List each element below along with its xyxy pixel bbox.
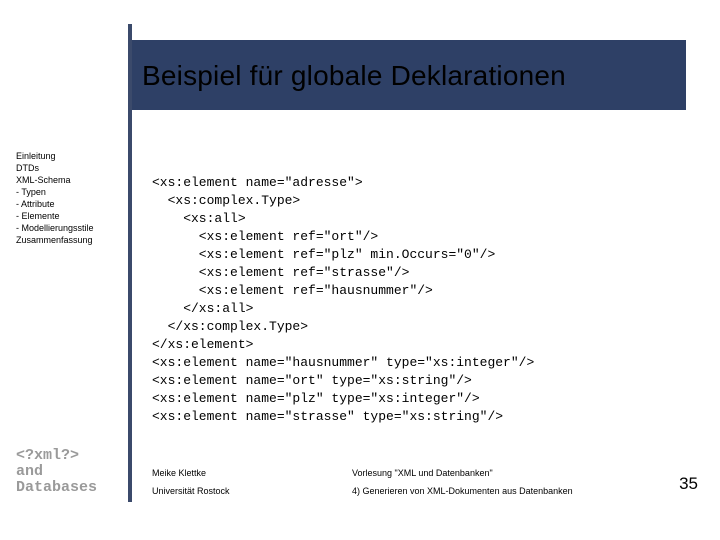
- outline-item: - Modellierungsstile: [16, 222, 126, 234]
- outline-item: XML-Schema: [16, 174, 126, 186]
- outline: Einleitung DTDs XML-Schema - Typen - Att…: [16, 150, 126, 246]
- outline-item: - Typen: [16, 186, 126, 198]
- footer: Meike Klettke Vorlesung "XML und Datenba…: [152, 468, 672, 496]
- code-block: <xs:element name="adresse"> <xs:complex.…: [152, 174, 534, 426]
- footer-lecture: Vorlesung "XML und Datenbanken": [352, 468, 672, 478]
- vertical-rule: [128, 24, 132, 502]
- outline-item: - Elemente: [16, 210, 126, 222]
- outline-item: - Attribute: [16, 198, 126, 210]
- logo-line: Databases: [16, 480, 120, 496]
- outline-item: Zusammenfassung: [16, 234, 126, 246]
- footer-chapter: 4) Generieren von XML-Dokumenten aus Dat…: [352, 486, 672, 496]
- footer-author: Meike Klettke: [152, 468, 352, 478]
- logo-line: and: [16, 464, 120, 480]
- logo-line: <?xml?>: [16, 448, 120, 464]
- slide-title: Beispiel für globale Deklarationen: [142, 60, 566, 92]
- page-number: 35: [679, 474, 698, 494]
- outline-item: Einleitung: [16, 150, 126, 162]
- outline-item: DTDs: [16, 162, 126, 174]
- footer-institution: Universität Rostock: [152, 486, 352, 496]
- logo: <?xml?> and Databases: [16, 448, 120, 496]
